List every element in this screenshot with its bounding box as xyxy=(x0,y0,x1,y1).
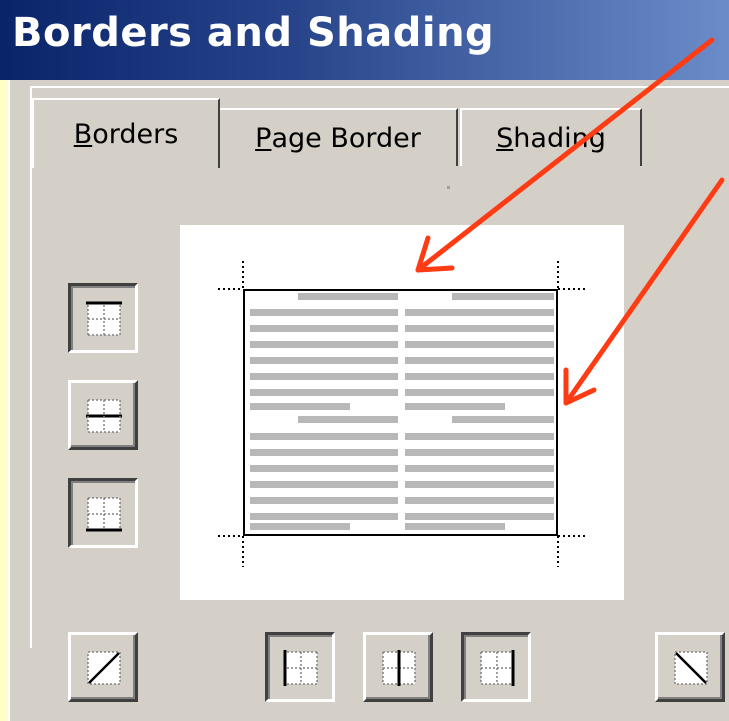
dialog-title-bar: Borders and Shading xyxy=(0,0,729,80)
left-border-button[interactable] xyxy=(265,632,335,702)
diagonal-down-border-icon xyxy=(674,651,708,685)
inside-vertical-border-button[interactable] xyxy=(363,632,433,702)
tab-shading[interactable]: Shading xyxy=(460,108,642,166)
tab-borders[interactable]: Borders xyxy=(32,98,220,168)
tab-page-border-accel: P xyxy=(255,122,272,154)
tab-shading-label: hading xyxy=(513,122,606,154)
bottom-border-button[interactable] xyxy=(68,478,138,548)
focus-dot xyxy=(447,186,450,189)
diagonal-up-border-button[interactable] xyxy=(68,632,138,702)
tab-page-border[interactable]: Page Border xyxy=(220,108,458,166)
top-border-button[interactable] xyxy=(68,283,138,353)
inside-horizontal-border-button[interactable] xyxy=(68,380,138,450)
tab-shading-accel: S xyxy=(496,122,514,154)
inside-vertical-border-icon xyxy=(382,650,416,686)
preview-drawing xyxy=(218,261,588,567)
right-border-button[interactable] xyxy=(461,632,531,702)
border-preview[interactable] xyxy=(180,225,624,600)
diagonal-up-border-icon xyxy=(87,651,121,685)
tab-borders-accel: B xyxy=(73,118,93,150)
top-border-icon xyxy=(86,301,122,336)
bottom-border-icon xyxy=(86,497,122,532)
diagonal-down-border-button[interactable] xyxy=(655,632,725,702)
left-border-icon xyxy=(283,650,318,686)
inside-horizontal-border-icon xyxy=(86,399,122,433)
dialog-title: Borders and Shading xyxy=(12,10,495,56)
tab-page-border-label: age Border xyxy=(271,122,421,154)
right-border-icon xyxy=(480,650,515,686)
tab-borders-label: orders xyxy=(92,118,179,150)
